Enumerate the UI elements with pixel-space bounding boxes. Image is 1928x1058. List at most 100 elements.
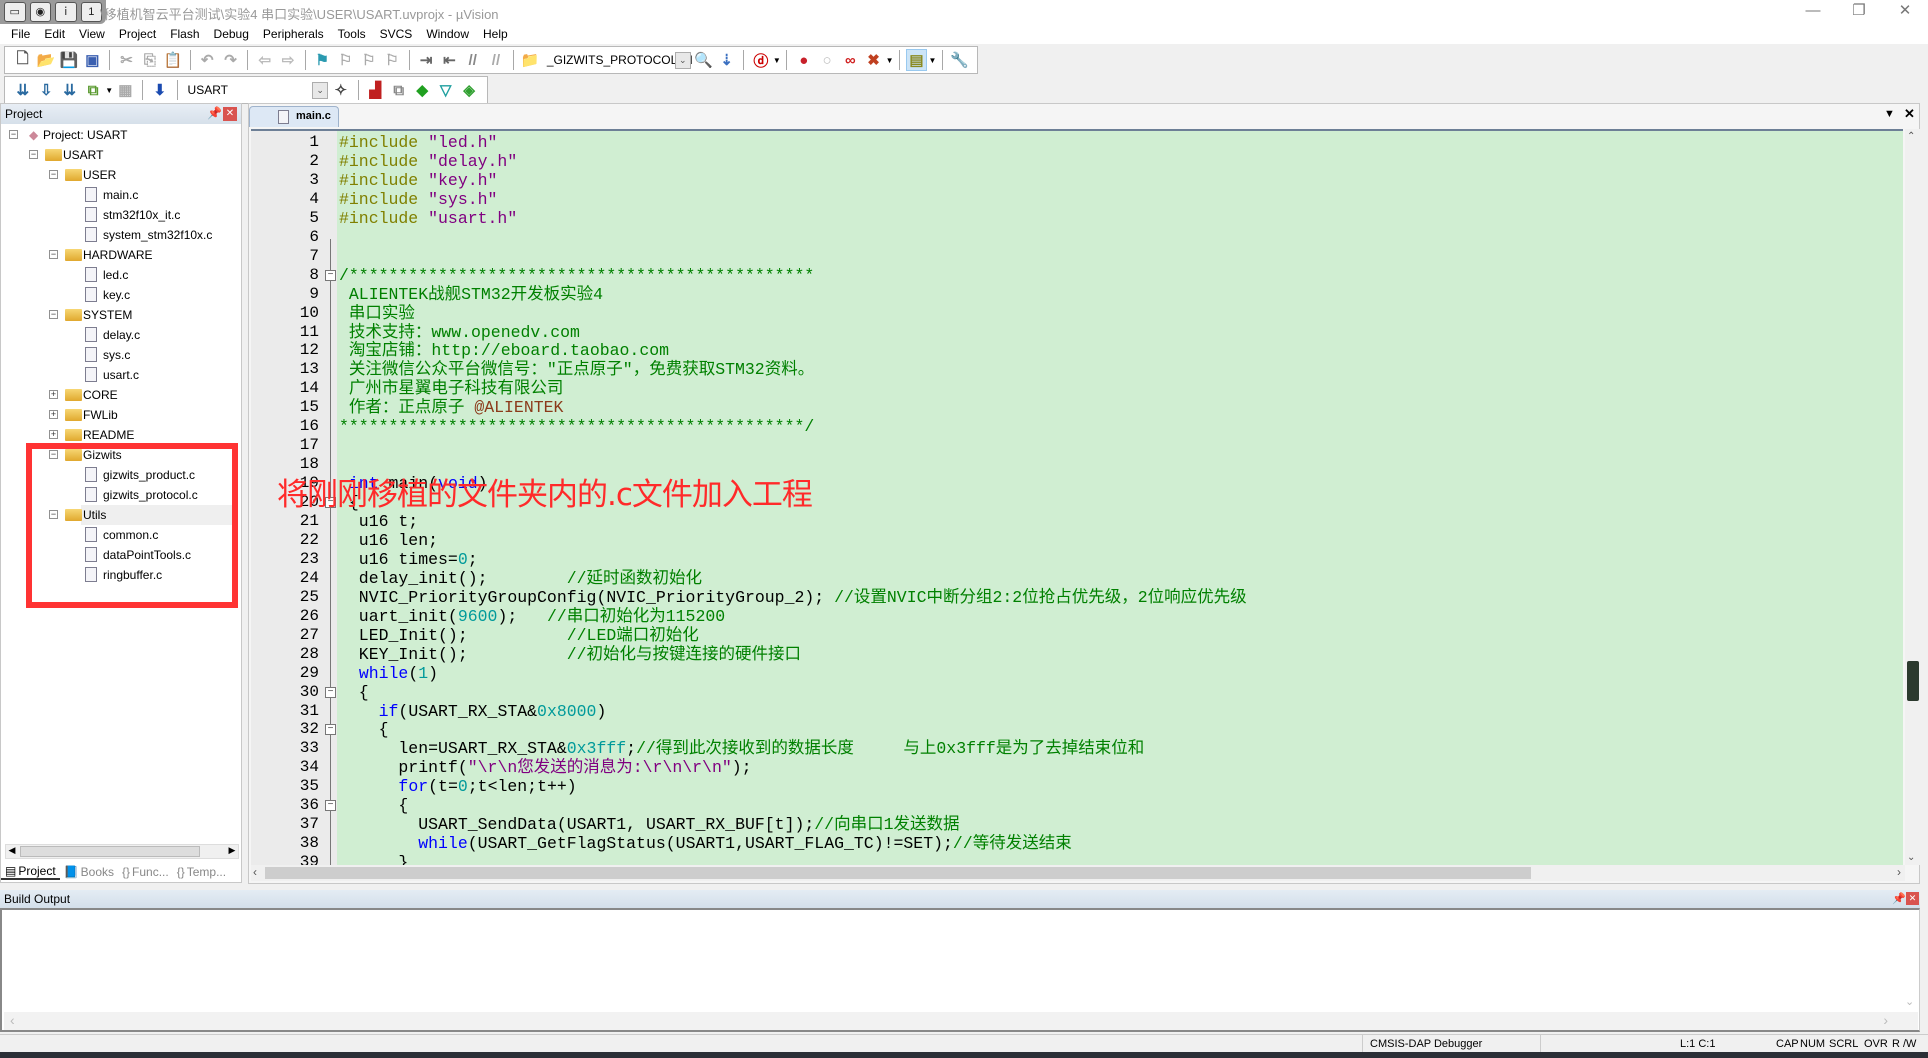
scroll-right-arrow-icon[interactable]: › <box>1897 865 1901 879</box>
collapse-icon[interactable]: − <box>49 310 58 319</box>
dropdown-arrow-icon[interactable]: ▼ <box>885 56 894 65</box>
tree-item-system-stm32f10x-c[interactable]: system_stm32f10x.c <box>1 225 237 245</box>
collapse-icon[interactable]: − <box>49 170 58 179</box>
save-all-button[interactable]: ▣ <box>82 49 103 71</box>
pack-installer-button[interactable]: ▽ <box>435 79 456 101</box>
scroll-right-arrow-icon[interactable]: › <box>1883 1012 1888 1028</box>
tree-item-key-c[interactable]: key.c <box>1 285 237 305</box>
breakpoint-kill-all-button[interactable]: ✖ <box>863 49 884 71</box>
menu-edit[interactable]: Edit <box>37 24 72 44</box>
load-download-button[interactable]: ⬇ <box>149 79 170 101</box>
tree-item-led-c[interactable]: led.c <box>1 265 237 285</box>
toolbar-combo[interactable]: USART ⌄ <box>182 80 330 100</box>
close-tab-icon[interactable]: ✕ <box>1904 106 1915 122</box>
incremental-find-button[interactable]: ⇣ <box>716 49 737 71</box>
dropdown-arrow-icon[interactable]: ▼ <box>105 86 114 95</box>
tree-item-gizwits-product-c[interactable]: gizwits_product.c <box>1 465 237 485</box>
expand-icon[interactable]: + <box>49 390 58 399</box>
panel-tab-templates[interactable]: {} Temp... <box>173 865 230 879</box>
collapse-icon[interactable]: − <box>49 510 58 519</box>
tab-list-dropdown-icon[interactable]: ▼ <box>1884 108 1895 120</box>
menu-window[interactable]: Window <box>419 24 476 44</box>
tree-item-delay-c[interactable]: delay.c <box>1 325 237 345</box>
scroll-up-arrow-icon[interactable]: ⌃ <box>1907 131 1915 142</box>
menu-debug[interactable]: Debug <box>207 24 256 44</box>
find-button[interactable]: 🔍 <box>693 49 714 71</box>
paste-button[interactable]: 📋 <box>162 49 183 71</box>
tree-item-common-c[interactable]: common.c <box>1 525 237 545</box>
project-horizontal-scrollbar[interactable]: ◀ ▶ <box>5 844 239 859</box>
pin-icon[interactable]: 📌 <box>207 106 222 120</box>
indent-button[interactable]: ⇥ <box>416 49 437 71</box>
scroll-down-arrow-icon[interactable]: ⌄ <box>1907 852 1915 863</box>
save-button[interactable]: 💾 <box>59 49 80 71</box>
scroll-down-arrow-icon[interactable]: ⌄ <box>1905 995 1914 1008</box>
tree-item-system[interactable]: − SYSTEM <box>1 305 237 325</box>
build-button[interactable]: ⇩ <box>35 79 56 101</box>
configure-button[interactable]: 🔧 <box>949 49 970 71</box>
tree-item-gizwits[interactable]: − Gizwits <box>1 445 237 465</box>
toolbar-combo[interactable]: _GIZWITS_PROTOCOL_H ⌄ <box>541 50 693 70</box>
translate-button[interactable]: ⇊ <box>12 79 33 101</box>
scrollbar-thumb[interactable] <box>1907 661 1919 701</box>
menu-svcs[interactable]: SVCS <box>373 24 420 44</box>
menu-flash[interactable]: Flash <box>163 24 206 44</box>
scroll-right-arrow-icon[interactable]: ▶ <box>226 845 238 858</box>
collapse-icon[interactable]: − <box>49 250 58 259</box>
tree-item-usart-c[interactable]: usart.c <box>1 365 237 385</box>
menu-view[interactable]: View <box>72 24 112 44</box>
open-folder-button[interactable]: 📂 <box>35 49 56 71</box>
chevron-down-icon[interactable]: ⌄ <box>674 52 691 69</box>
tree-item-datapointtools-c[interactable]: dataPointTools.c <box>1 545 237 565</box>
tree-item-fwlib[interactable]: + FWLib <box>1 405 237 425</box>
breakpoint-insert-button[interactable]: ● <box>793 49 814 71</box>
uncomment-button[interactable]: // <box>485 49 506 71</box>
menu-file[interactable]: File <box>4 24 37 44</box>
tree-item-user[interactable]: − USER <box>1 165 237 185</box>
fold-collapse-icon[interactable]: − <box>325 800 336 812</box>
scrollbar-thumb[interactable] <box>20 846 200 857</box>
debug-session-button[interactable]: ⓓ <box>750 49 771 71</box>
window-layout-button[interactable]: ▤ <box>905 49 928 71</box>
tree-item-stm32f10x-it-c[interactable]: stm32f10x_it.c <box>1 205 237 225</box>
menu-peripherals[interactable]: Peripherals <box>256 24 331 44</box>
pin-icon[interactable]: 📌 <box>1892 892 1906 905</box>
scroll-left-arrow-icon[interactable]: ‹ <box>253 865 257 879</box>
output-vertical-scrollbar[interactable]: ⌄ <box>1903 912 1917 1008</box>
output-horizontal-scrollbar[interactable]: ‹ › <box>4 1012 1918 1030</box>
fold-collapse-icon[interactable]: − <box>325 724 336 736</box>
expand-icon[interactable]: + <box>49 410 58 419</box>
new-file-button[interactable]: 🗋 <box>12 49 33 71</box>
navigate-back-button[interactable]: ⇦ <box>254 49 275 71</box>
tree-item-core[interactable]: + CORE <box>1 385 237 405</box>
scroll-left-arrow-icon[interactable]: ◀ <box>6 845 18 858</box>
tree-item-hardware[interactable]: − HARDWARE <box>1 245 237 265</box>
dropdown-arrow-icon[interactable]: ▼ <box>773 56 782 65</box>
find-in-files-button[interactable]: 📁 <box>520 49 541 71</box>
collapse-icon[interactable]: − <box>29 150 38 159</box>
panel-tab-project[interactable]: ▤ Project <box>1 864 60 880</box>
editor-vertical-scrollbar[interactable]: ⌃ ⌄ <box>1905 129 1920 865</box>
close-panel-button[interactable]: ✕ <box>223 107 237 121</box>
tree-item-readme[interactable]: + README <box>1 425 237 445</box>
expand-icon[interactable]: + <box>49 430 58 439</box>
minimize-button[interactable]: — <box>1790 0 1836 24</box>
redo-button[interactable]: ↷ <box>220 49 241 71</box>
copy-button[interactable]: ⎘ <box>139 49 160 71</box>
tree-item-gizwits-protocol-c[interactable]: gizwits_protocol.c <box>1 485 237 505</box>
stop-build-button[interactable]: ▦ <box>115 79 136 101</box>
restore-button[interactable]: ❐ <box>1836 0 1882 24</box>
fold-collapse-icon[interactable]: − <box>325 269 336 281</box>
undo-button[interactable]: ↶ <box>197 49 218 71</box>
bookmark-previous-button[interactable]: ⚐ <box>335 49 356 71</box>
collapse-icon[interactable]: − <box>49 450 58 459</box>
close-panel-button[interactable]: ✕ <box>1906 892 1919 905</box>
batch-build-button[interactable]: ⧉ <box>82 79 103 101</box>
unindent-button[interactable]: ⇤ <box>439 49 460 71</box>
build-output-area[interactable]: ⌄ ‹ › <box>0 908 1920 1032</box>
panel-tab-books[interactable]: 📘 Books <box>60 865 118 879</box>
menu-help[interactable]: Help <box>476 24 515 44</box>
cut-button[interactable]: ✂ <box>116 49 137 71</box>
scrollbar-thumb[interactable] <box>265 867 1531 879</box>
tree-item-ringbuffer-c[interactable]: ringbuffer.c <box>1 565 237 585</box>
